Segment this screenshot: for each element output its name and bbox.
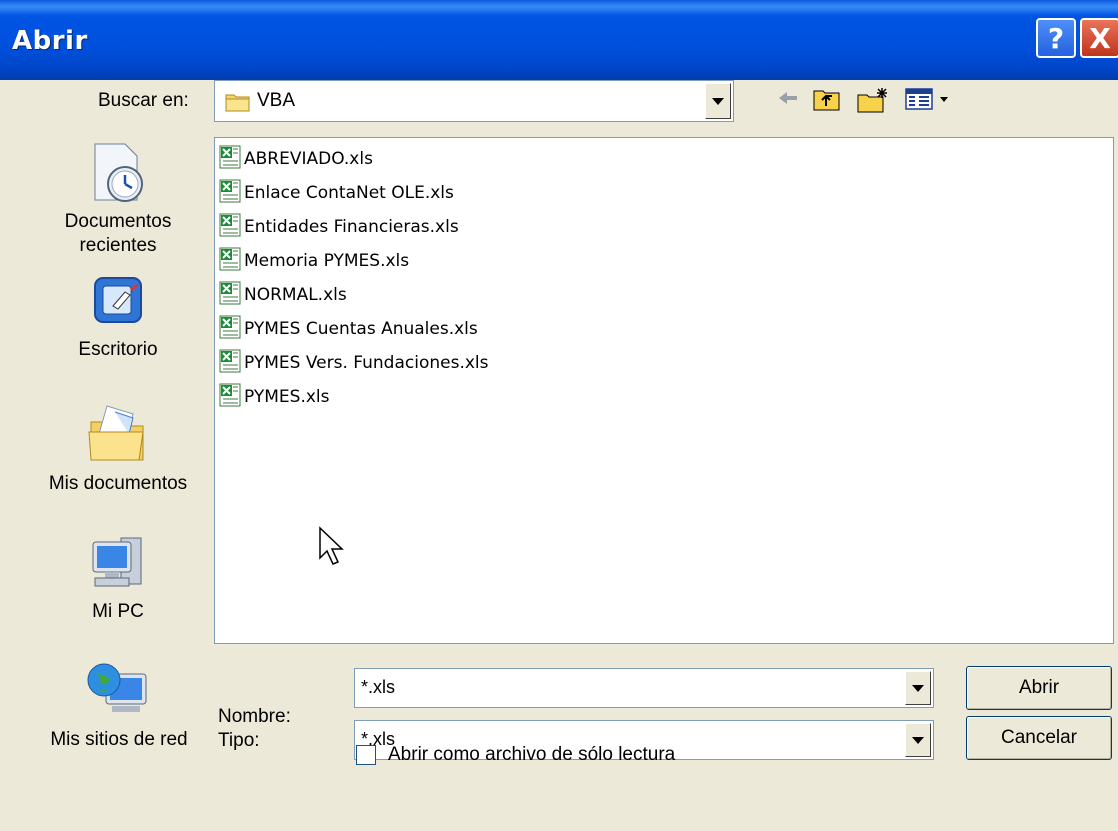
- excel-file-icon: [219, 315, 241, 344]
- filename-combo[interactable]: *.xls: [354, 668, 934, 708]
- file-name: PYMES.xls: [244, 387, 330, 407]
- readonly-label: Abrir como archivo de sólo lectura: [388, 744, 676, 765]
- file-item[interactable]: Enlace ContaNet OLE.xls: [219, 178, 454, 208]
- network-places-icon: [84, 660, 154, 728]
- close-icon: X: [1089, 21, 1111, 55]
- open-button[interactable]: Abrir: [966, 666, 1112, 710]
- cancel-button[interactable]: Cancelar: [966, 716, 1112, 760]
- excel-file-icon: [219, 179, 241, 208]
- title-bar: Abrir ? X: [0, 0, 1118, 80]
- recent-documents-icon: [85, 140, 151, 210]
- place-desktop-label: Escritorio: [78, 339, 158, 360]
- lookin-dropdown-button[interactable]: [705, 83, 731, 119]
- lookin-value: VBA: [257, 90, 296, 111]
- filename-dropdown-button[interactable]: [905, 671, 931, 705]
- place-mycomputer-label: Mi PC: [92, 601, 144, 622]
- place-network[interactable]: Mis sitios de red: [34, 660, 204, 752]
- my-computer-icon: [85, 532, 151, 600]
- file-item[interactable]: NORMAL.xls: [219, 280, 347, 310]
- close-button[interactable]: X: [1080, 18, 1118, 58]
- file-item[interactable]: Entidades Financieras.xls: [219, 212, 459, 242]
- chevron-down-icon: [712, 97, 724, 105]
- place-recent-label-2: recientes: [79, 235, 157, 256]
- place-recent[interactable]: Documentos recientes: [48, 140, 188, 258]
- place-network-label: Mis sitios de red: [50, 729, 188, 750]
- file-list[interactable]: ABREVIADO.xls Enlace ContaNet OLE.xls En…: [214, 137, 1114, 644]
- cancel-button-label: Cancelar: [1000, 727, 1078, 748]
- filename-input[interactable]: *.xls: [361, 677, 395, 698]
- readonly-checkbox[interactable]: [356, 745, 376, 765]
- file-name: PYMES Vers. Fundaciones.xls: [244, 353, 489, 373]
- file-item[interactable]: Memoria PYMES.xls: [219, 246, 409, 276]
- help-icon: ?: [1047, 21, 1065, 55]
- file-item[interactable]: PYMES Vers. Fundaciones.xls: [219, 348, 489, 378]
- views-menu-icon[interactable]: [904, 86, 954, 117]
- open-button-label: Abrir: [1018, 677, 1060, 698]
- file-item[interactable]: PYMES Cuentas Anuales.xls: [219, 314, 478, 344]
- file-item[interactable]: PYMES.xls: [219, 382, 330, 412]
- excel-file-icon: [219, 349, 241, 378]
- desktop-icon: [85, 272, 151, 338]
- my-documents-icon: [85, 400, 151, 472]
- file-name: ABREVIADO.xls: [244, 149, 373, 169]
- place-desktop[interactable]: Escritorio: [48, 272, 188, 362]
- place-mydocuments[interactable]: Mis documentos: [36, 400, 200, 496]
- file-name: Memoria PYMES.xls: [244, 251, 410, 271]
- chevron-down-icon: [912, 736, 924, 744]
- excel-file-icon: [219, 247, 241, 276]
- excel-file-icon: [219, 281, 241, 310]
- folder-icon: [225, 91, 251, 118]
- file-name: PYMES Cuentas Anuales.xls: [244, 319, 478, 339]
- place-recent-label-1: Documentos: [64, 211, 172, 232]
- lookin-combo[interactable]: VBA: [214, 80, 734, 122]
- window-title: Abrir: [12, 26, 88, 56]
- place-mydocuments-label: Mis documentos: [48, 473, 188, 494]
- filetype-label: Tipo:: [218, 730, 260, 751]
- readonly-option[interactable]: Abrir como archivo de sólo lectura: [356, 744, 675, 766]
- lookin-label: Buscar en:: [98, 90, 189, 111]
- place-mycomputer[interactable]: Mi PC: [48, 532, 188, 624]
- file-item[interactable]: ABREVIADO.xls: [219, 144, 373, 174]
- filetype-dropdown-button[interactable]: [905, 723, 931, 757]
- filename-label: Nombre:: [218, 706, 291, 727]
- back-arrow-icon[interactable]: [776, 86, 800, 115]
- excel-file-icon: [219, 383, 241, 412]
- mouse-cursor-icon: [318, 526, 344, 573]
- excel-file-icon: [219, 145, 241, 174]
- file-name: Entidades Financieras.xls: [244, 217, 459, 237]
- file-name: NORMAL.xls: [244, 285, 347, 305]
- help-button[interactable]: ?: [1036, 18, 1076, 58]
- file-name: Enlace ContaNet OLE.xls: [244, 183, 454, 203]
- chevron-down-icon: [912, 684, 924, 692]
- up-folder-icon[interactable]: [812, 86, 842, 117]
- new-folder-icon[interactable]: [856, 86, 890, 119]
- excel-file-icon: [219, 213, 241, 242]
